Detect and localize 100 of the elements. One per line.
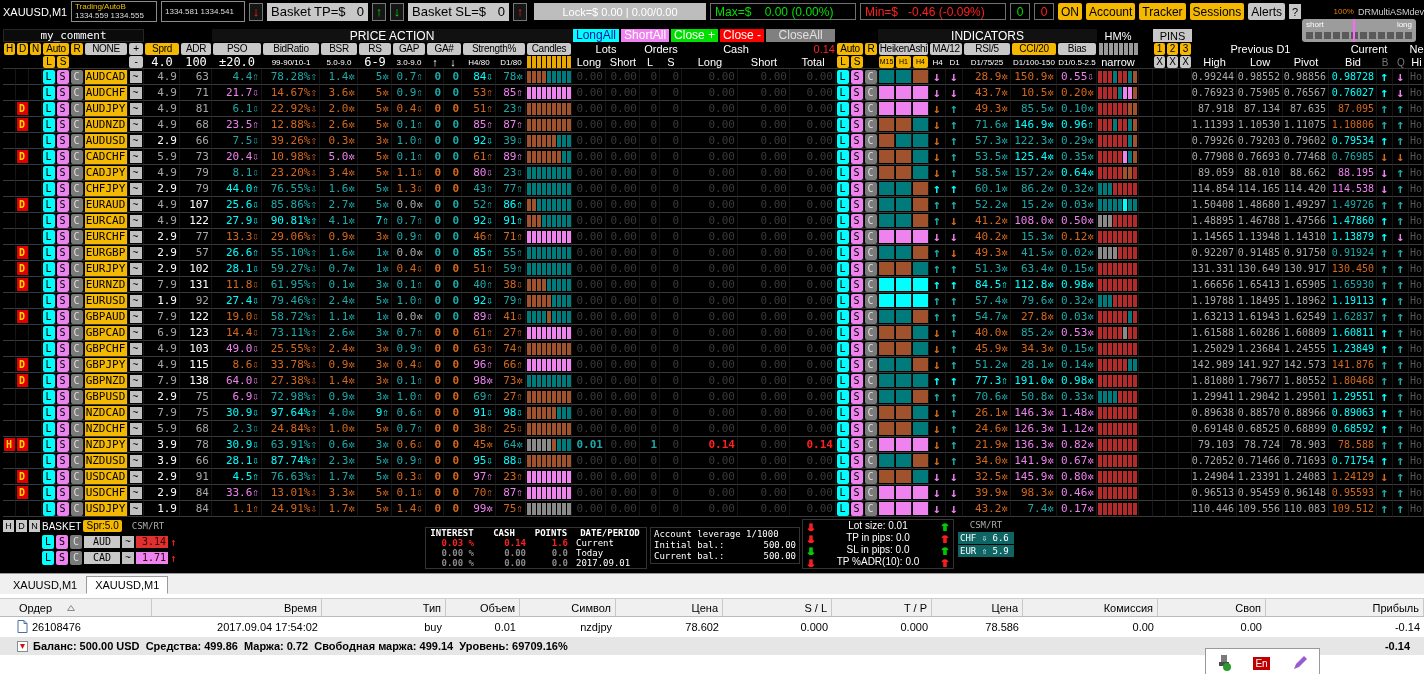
up-arrow-button[interactable]: ↑ (939, 520, 951, 532)
long-button[interactable]: L (836, 421, 849, 436)
long-button[interactable]: L (42, 405, 55, 420)
long-button[interactable]: L (836, 69, 849, 84)
short-button[interactable]: S (850, 373, 863, 388)
long-button[interactable]: L (42, 117, 55, 132)
toggle-button[interactable]: - (129, 56, 143, 68)
pair-button[interactable]: CHFJPY (84, 181, 127, 196)
menu-button[interactable]: ~ (129, 374, 142, 387)
down-arrow-button[interactable]: ↓ (390, 2, 404, 21)
short-button[interactable]: S (56, 117, 69, 132)
long-button[interactable]: L (836, 469, 849, 484)
toggle-button[interactable]: Account (1086, 3, 1136, 20)
pair-button[interactable]: EURGBP (84, 245, 127, 260)
long-button[interactable]: L (42, 501, 55, 516)
toggle-button[interactable]: CCI/20 (1012, 43, 1056, 55)
short-button[interactable]: S (56, 245, 69, 260)
short-button[interactable]: S (56, 535, 68, 549)
long-button[interactable]: L (42, 149, 55, 164)
menu-button[interactable]: ~ (122, 536, 134, 548)
menu-button[interactable]: ~ (129, 502, 142, 515)
long-button[interactable]: L (42, 277, 55, 292)
toggle-button[interactable]: L (837, 56, 849, 68)
toggle-button[interactable]: Candles (527, 43, 571, 55)
long-button[interactable]: L (42, 325, 55, 340)
long-button[interactable]: L (836, 117, 849, 132)
column-header[interactable]: Символ (571, 601, 611, 614)
short-button[interactable]: S (56, 501, 69, 516)
pair-button[interactable]: USDCAD (84, 469, 127, 484)
short-button[interactable]: S (850, 405, 863, 420)
down-arrow-button[interactable]: ↓ (805, 520, 817, 532)
long-button[interactable]: L (836, 309, 849, 324)
menu-button[interactable]: ~ (129, 150, 142, 163)
pair-button[interactable]: AUDCHF (84, 85, 127, 100)
long-button[interactable]: L (836, 245, 849, 260)
short-button[interactable]: S (850, 293, 863, 308)
short-button[interactable]: S (850, 245, 863, 260)
menu-button[interactable]: ~ (129, 102, 142, 115)
long-button[interactable]: L (836, 165, 849, 180)
short-button[interactable]: S (56, 101, 69, 116)
column-header[interactable]: Своп (1235, 601, 1261, 614)
long-button[interactable]: L (42, 197, 55, 212)
pair-button[interactable]: GBPCAD (84, 325, 127, 340)
pair-button[interactable]: EURUSD (84, 293, 127, 308)
long-button[interactable]: L (836, 213, 849, 228)
column-header[interactable]: Цена (991, 601, 1018, 614)
menu-button[interactable]: ~ (129, 118, 142, 131)
long-button[interactable]: L (836, 197, 849, 212)
pair-button[interactable]: CADJPY (84, 165, 127, 180)
up-arrow-button[interactable]: ↑ (939, 532, 951, 544)
short-button[interactable]: S (56, 421, 69, 436)
long-button[interactable]: L (42, 309, 55, 324)
long-button[interactable]: L (42, 389, 55, 404)
short-button[interactable]: S (850, 453, 863, 468)
chart-tab[interactable]: XAUUSD,M1 (86, 576, 169, 594)
menu-button[interactable]: ~ (129, 70, 142, 83)
long-button[interactable]: L (836, 261, 849, 276)
long-button[interactable]: L (836, 405, 849, 420)
long-button[interactable]: L (836, 181, 849, 196)
long-button[interactable]: L (836, 277, 849, 292)
toggle-button[interactable]: Strength% (463, 43, 525, 55)
long-button[interactable]: L (42, 535, 54, 549)
short-button[interactable]: S (56, 325, 69, 340)
short-button[interactable]: S (850, 357, 863, 372)
short-button[interactable]: S (56, 389, 69, 404)
short-button[interactable]: S (850, 277, 863, 292)
toggle-button[interactable]: ADR (181, 43, 211, 55)
short-button[interactable]: S (850, 149, 863, 164)
toggle-button[interactable]: RSI/5 (964, 43, 1010, 55)
language-indicator[interactable]: En (1253, 656, 1270, 670)
toggle-button[interactable]: N (30, 43, 41, 55)
chart-tab[interactable]: XAUUSD,M1 (4, 576, 87, 594)
short-button[interactable]: S (56, 437, 69, 452)
short-button[interactable]: S (850, 101, 863, 116)
toggle-button[interactable]: + (129, 43, 143, 55)
basket-field[interactable]: Basket TP=$ 0 (267, 2, 368, 21)
toggle-button[interactable]: S (57, 56, 69, 68)
menu-button[interactable]: ~ (129, 182, 142, 195)
long-all-button[interactable]: LongAll (573, 29, 620, 42)
long-button[interactable]: L (836, 325, 849, 340)
pair-button[interactable]: EURAUD (84, 197, 127, 212)
toggle-button[interactable]: 2 (1167, 43, 1178, 55)
short-button[interactable]: S (56, 405, 69, 420)
pair-button[interactable]: NZDUSD (84, 453, 127, 468)
long-button[interactable]: L (42, 357, 55, 372)
short-button[interactable]: S (56, 197, 69, 212)
menu-button[interactable]: ~ (129, 326, 142, 339)
toggle-button[interactable]: Bias (1058, 43, 1096, 55)
pair-button[interactable]: GBPNZD (84, 373, 127, 388)
toggle-button[interactable]: PSO (213, 43, 261, 55)
pair-button[interactable]: EURCAD (84, 213, 127, 228)
long-button[interactable]: L (42, 437, 55, 452)
long-button[interactable]: L (836, 85, 849, 100)
help-button[interactable]: ? (1289, 4, 1301, 19)
short-button[interactable]: S (56, 469, 69, 484)
menu-button[interactable]: ~ (129, 214, 142, 227)
long-button[interactable]: L (42, 551, 54, 565)
long-button[interactable]: L (42, 165, 55, 180)
short-button[interactable]: S (850, 181, 863, 196)
toggle-button[interactable]: BSR (321, 43, 357, 55)
